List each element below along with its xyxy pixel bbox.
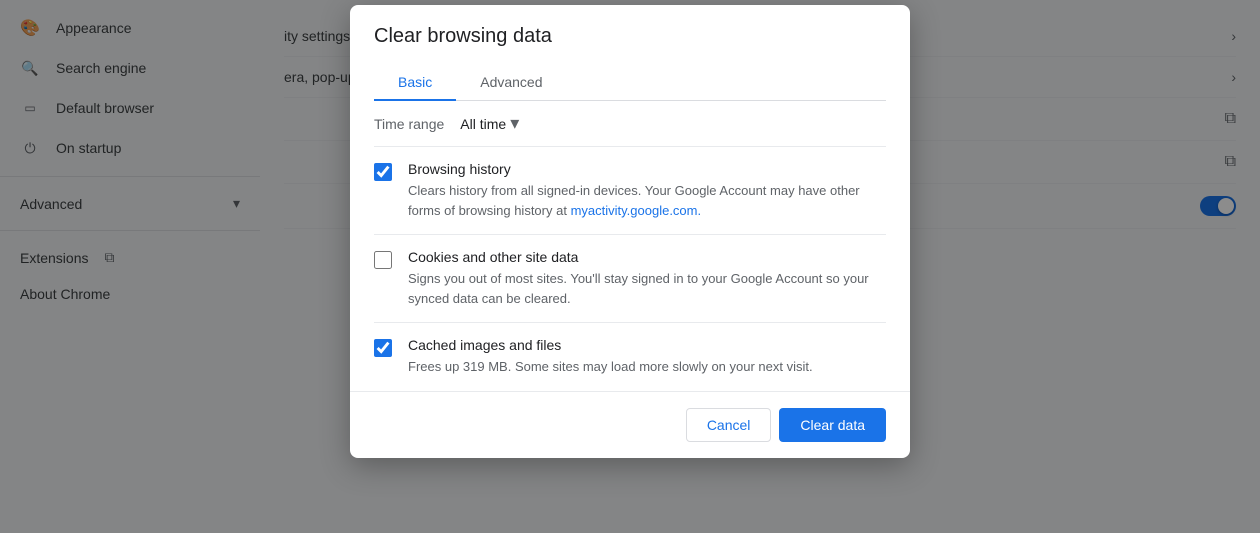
cookies-desc: Signs you out of most sites. You'll stay… [408, 269, 886, 308]
dialog-body: Time range All time ▾ Browsing history C… [350, 101, 910, 391]
time-range-row: Time range All time ▾ [374, 101, 886, 147]
dropdown-arrow-icon: ▾ [510, 113, 519, 134]
cancel-button[interactable]: Cancel [686, 408, 772, 442]
time-range-value: All time [460, 116, 506, 132]
dialog-title: Clear browsing data [374, 25, 886, 48]
browsing-history-checkbox[interactable] [374, 163, 392, 181]
cached-images-title: Cached images and files [408, 337, 813, 353]
time-range-label: Time range [374, 116, 444, 132]
cached-images-checkbox-wrapper[interactable] [374, 339, 392, 362]
cookies-item: Cookies and other site data Signs you ou… [374, 235, 886, 323]
browsing-history-title: Browsing history [408, 161, 886, 177]
browsing-history-desc: Clears history from all signed-in device… [408, 181, 886, 220]
browsing-history-content: Browsing history Clears history from all… [408, 161, 886, 220]
dialog-header: Clear browsing data Basic Advanced [350, 5, 910, 101]
myactivity-link[interactable]: myactivity.google.com. [571, 203, 702, 218]
cookies-checkbox-wrapper[interactable] [374, 251, 392, 274]
tab-advanced[interactable]: Advanced [456, 64, 566, 100]
cookies-content: Cookies and other site data Signs you ou… [408, 249, 886, 308]
dialog-tabs: Basic Advanced [374, 64, 886, 101]
time-range-select[interactable]: All time ▾ [460, 113, 519, 134]
browsing-history-checkbox-wrapper[interactable] [374, 163, 392, 186]
browsing-history-item: Browsing history Clears history from all… [374, 147, 886, 235]
dialog-overlay: Clear browsing data Basic Advanced Time … [0, 0, 1260, 533]
cached-images-desc: Frees up 319 MB. Some sites may load mor… [408, 357, 813, 377]
cached-images-content: Cached images and files Frees up 319 MB.… [408, 337, 813, 377]
cookies-title: Cookies and other site data [408, 249, 886, 265]
cached-images-checkbox[interactable] [374, 339, 392, 357]
cached-images-item: Cached images and files Frees up 319 MB.… [374, 323, 886, 391]
clear-data-button[interactable]: Clear data [779, 408, 886, 442]
dialog-footer: Cancel Clear data [350, 391, 910, 458]
cookies-checkbox[interactable] [374, 251, 392, 269]
tab-basic[interactable]: Basic [374, 64, 456, 100]
clear-browsing-data-dialog: Clear browsing data Basic Advanced Time … [350, 5, 910, 458]
